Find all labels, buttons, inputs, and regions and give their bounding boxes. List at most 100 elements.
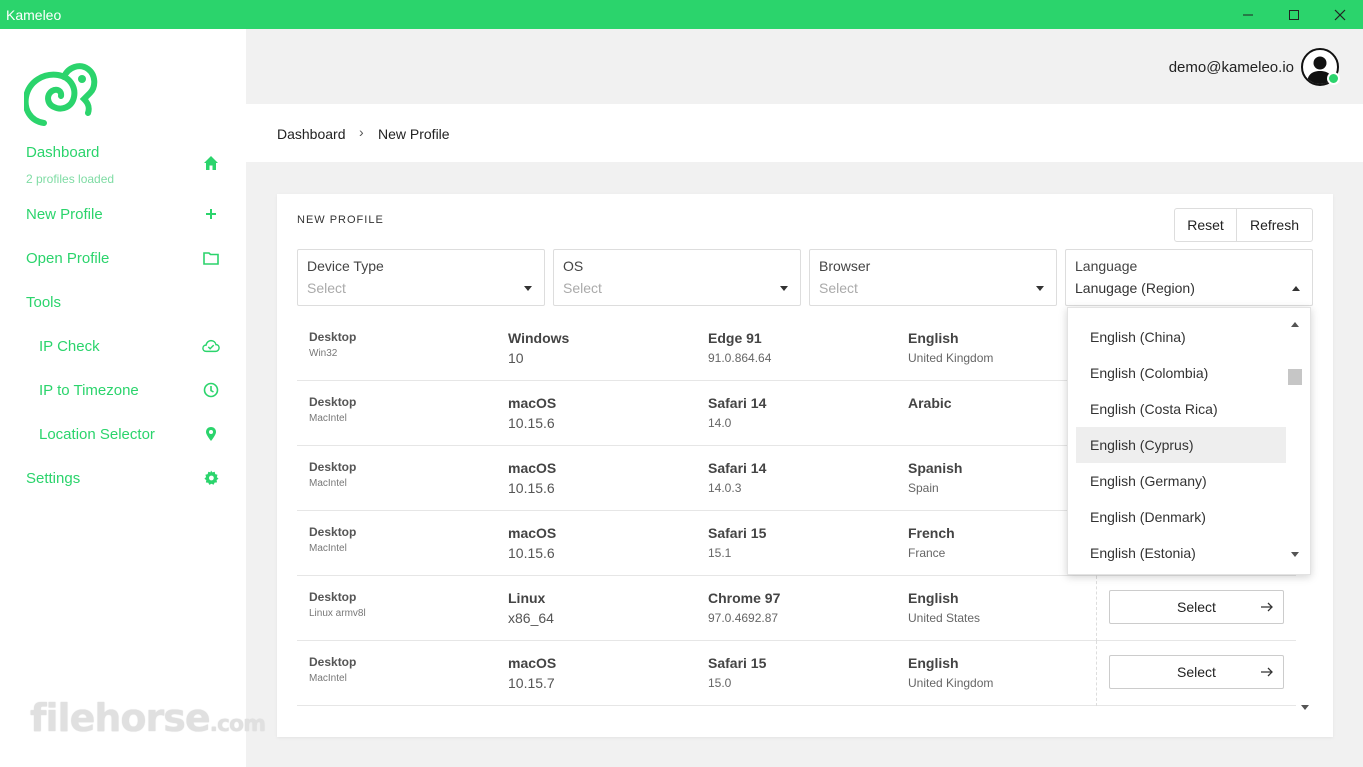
clock-icon: [202, 381, 220, 399]
language-option[interactable]: English (Colombia): [1076, 355, 1286, 391]
os-name: Linux: [508, 590, 546, 606]
os-version: 10.15.7: [508, 675, 555, 691]
device-type: Desktop: [309, 330, 357, 344]
sidebar-item-label: IP to Timezone: [39, 381, 139, 399]
title-bar: Kameleo: [0, 0, 1363, 29]
os-select[interactable]: OS Select: [553, 249, 801, 306]
table-row: Desktop Linux armv8l Linux x86_64 Chrome 97 9…: [297, 576, 1296, 641]
os-version: 10: [508, 350, 524, 366]
browser-name: Safari 14: [708, 395, 767, 411]
column-divider: [1096, 641, 1097, 706]
page-title: NEW PROFILE: [297, 214, 384, 226]
user-email: demo@kameleo.io: [1168, 59, 1294, 76]
os-version: 10.15.6: [508, 480, 555, 496]
os-version: 10.15.6: [508, 545, 555, 561]
close-button[interactable]: [1317, 0, 1363, 29]
device-type: Desktop: [309, 525, 357, 539]
region-name: United Kingdom: [908, 676, 994, 690]
sidebar-item-tools[interactable]: Tools: [0, 287, 246, 317]
language-option[interactable]: English (Cyprus): [1076, 427, 1286, 463]
sidebar-item-label: Settings: [26, 469, 81, 487]
platform: MacIntel: [309, 413, 347, 424]
sidebar-item-label: Open Profile: [26, 249, 110, 267]
filter-value: Select: [307, 280, 346, 296]
language-select[interactable]: Language Lanugage (Region): [1065, 249, 1313, 306]
language-option[interactable]: English (Estonia): [1076, 535, 1286, 571]
region-name: Spain: [908, 481, 939, 495]
reset-button[interactable]: Reset: [1175, 209, 1237, 241]
browser-name: Safari 15: [708, 655, 767, 671]
chevron-down-icon: [524, 286, 532, 291]
language-name: French: [908, 525, 955, 541]
plus-icon: [202, 205, 220, 223]
scroll-up-arrow-icon[interactable]: [1291, 322, 1299, 327]
sidebar: Dashboard 2 profiles loaded New Profile …: [0, 29, 266, 767]
filter-label: Browser: [819, 258, 871, 274]
sidebar-item-label: Location Selector: [39, 425, 155, 443]
profiles-loaded-count: 2 profiles loaded: [26, 172, 115, 186]
map-pin-icon: [202, 425, 220, 443]
filter-value: Select: [563, 280, 602, 296]
language-name: English: [908, 330, 959, 346]
platform: MacIntel: [309, 478, 347, 489]
select-button-label: Select: [1177, 664, 1216, 680]
sidebar-item-ip-check[interactable]: IP Check: [0, 331, 246, 361]
top-header: demo@kameleo.io: [246, 29, 1363, 104]
minimize-button[interactable]: [1225, 0, 1271, 29]
scroll-down-arrow-icon[interactable]: [1291, 552, 1299, 557]
browser-version: 15.0: [708, 676, 732, 690]
sidebar-item-new-profile[interactable]: New Profile: [0, 199, 246, 229]
language-option[interactable]: English (China): [1076, 319, 1286, 355]
language-option[interactable]: English (Costa Rica): [1076, 391, 1286, 427]
os-name: macOS: [508, 460, 557, 476]
language-name: English: [908, 590, 959, 606]
select-button-label: Select: [1177, 599, 1216, 615]
column-divider: [1096, 576, 1097, 641]
chevron-down-icon: [1036, 286, 1044, 291]
select-profile-button[interactable]: Select: [1109, 590, 1284, 624]
sidebar-item-location-selector[interactable]: Location Selector: [0, 419, 246, 449]
filehorse-watermark: filehorse.com: [30, 696, 266, 740]
folder-icon: [202, 249, 220, 267]
close-icon: [1334, 9, 1346, 20]
sidebar-item-dashboard[interactable]: Dashboard: [0, 137, 246, 170]
refresh-button[interactable]: Refresh: [1237, 209, 1312, 241]
language-dropdown: English (China) English (Colombia) English…: [1067, 307, 1311, 575]
os-name: Windows: [508, 330, 570, 346]
scroll-down-arrow-icon[interactable]: [1301, 705, 1309, 710]
region-name: United States: [908, 611, 981, 625]
sidebar-item-open-profile[interactable]: Open Profile: [0, 243, 246, 273]
platform: Win32: [309, 348, 338, 359]
platform: MacIntel: [309, 673, 347, 684]
platform: Linux armv8l: [309, 608, 366, 619]
sidebar-item-ip-to-timezone[interactable]: IP to Timezone: [0, 375, 246, 405]
browser-name: Safari 14: [708, 460, 767, 476]
device-type-select[interactable]: Device Type Select: [297, 249, 545, 306]
language-option[interactable]: English (Germany): [1076, 463, 1286, 499]
scrollbar-thumb[interactable]: [1288, 369, 1302, 385]
os-version: x86_64: [508, 610, 554, 626]
device-type: Desktop: [309, 655, 357, 669]
arrow-right-icon: [1261, 602, 1273, 612]
language-name: Arabic: [908, 395, 952, 411]
chevron-down-icon: [780, 286, 788, 291]
browser-version: 15.1: [708, 546, 732, 560]
maximize-button[interactable]: [1271, 0, 1317, 29]
dropdown-scrollbar[interactable]: [1288, 316, 1302, 566]
filter-label: Device Type: [307, 258, 384, 274]
table-row: Desktop MacIntel macOS 10.15.7 Safari 15 15.0…: [297, 641, 1296, 706]
kameleo-logo: [24, 63, 98, 126]
breadcrumb-dashboard[interactable]: Dashboard: [277, 126, 346, 142]
browser-select[interactable]: Browser Select: [809, 249, 1057, 306]
online-status-dot: [1327, 72, 1340, 85]
sidebar-item-settings[interactable]: Settings: [0, 463, 246, 493]
breadcrumb-new-profile: New Profile: [378, 126, 450, 142]
browser-name: Safari 15: [708, 525, 767, 541]
device-type: Desktop: [309, 590, 357, 604]
language-option[interactable]: English (Denmark): [1076, 499, 1286, 535]
select-profile-button[interactable]: Select: [1109, 655, 1284, 689]
filter-value: Select: [819, 280, 858, 296]
browser-version: 14.0: [708, 416, 732, 430]
action-button-group: Reset Refresh: [1174, 208, 1313, 242]
language-search-input[interactable]: Lanugage (Region): [1075, 280, 1195, 296]
